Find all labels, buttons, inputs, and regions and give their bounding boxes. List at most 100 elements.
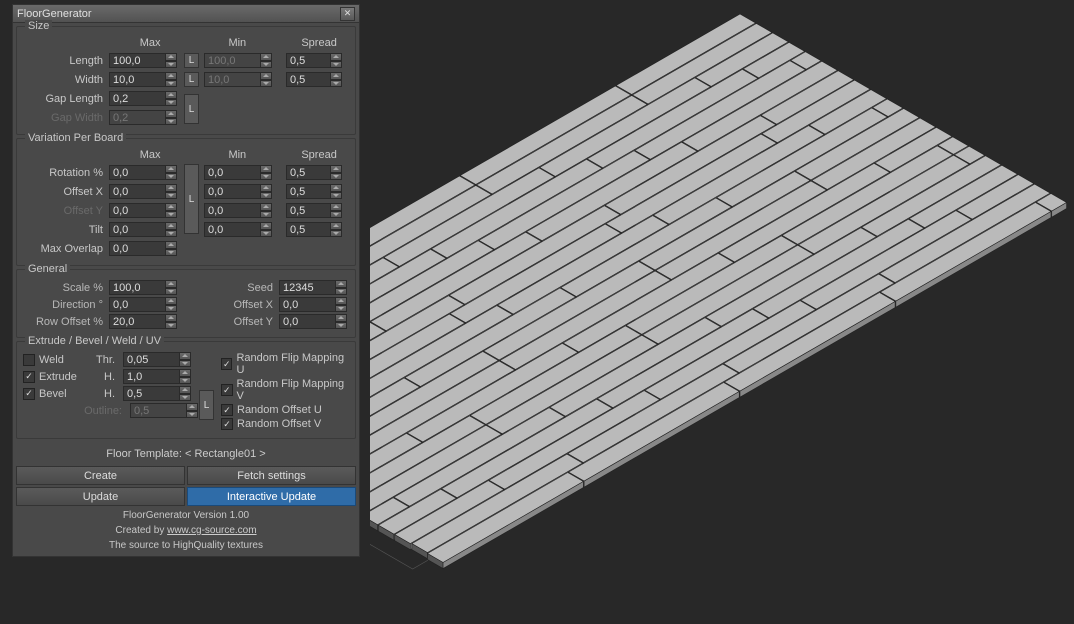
spin-up-icon[interactable] [165,297,177,305]
gen-offsetx-spinner[interactable] [279,297,349,312]
length-min-input[interactable] [204,53,260,68]
spin-up-icon[interactable] [165,314,177,322]
tilt-max-spinner[interactable] [109,222,179,237]
spin-down-icon[interactable] [330,173,342,181]
offsety-max-input[interactable] [109,203,165,218]
spin-down-icon[interactable] [165,249,177,257]
offsetx-max-input[interactable] [109,184,165,199]
weld-input[interactable] [123,352,179,367]
row-offset-spinner[interactable] [109,314,179,329]
length-max-input[interactable] [109,53,165,68]
width-min-spinner[interactable] [204,72,274,87]
spin-up-icon[interactable] [260,165,272,173]
extrude-h-input[interactable] [123,369,179,384]
gap-width-input[interactable] [109,110,165,125]
spin-up-icon[interactable] [165,165,177,173]
spin-down-icon[interactable] [330,211,342,219]
width-link-button[interactable]: L [184,72,199,87]
direction-input[interactable] [109,297,165,312]
spin-up-icon[interactable] [165,184,177,192]
spin-up-icon[interactable] [260,72,272,80]
roff-u-checkbox[interactable]: ✓ [221,404,233,416]
spin-down-icon[interactable] [165,192,177,200]
tilt-min-input[interactable] [204,222,260,237]
spin-down-icon[interactable] [330,61,342,69]
length-spread-spinner[interactable] [286,53,344,68]
offsety-min-spinner[interactable] [204,203,274,218]
spin-up-icon[interactable] [165,203,177,211]
tilt-spread-spinner[interactable] [286,222,344,237]
spin-up-icon[interactable] [165,72,177,80]
spin-up-icon[interactable] [165,241,177,249]
spin-down-icon[interactable] [165,173,177,181]
spin-up-icon[interactable] [179,369,191,377]
offsetx-min-spinner[interactable] [204,184,274,199]
outline-input[interactable] [130,403,186,418]
extrude-link-button[interactable]: L [199,390,214,420]
flip-u-checkbox[interactable]: ✓ [221,358,232,370]
gap-width-spinner[interactable] [109,110,179,125]
fetch-settings-button[interactable]: Fetch settings [187,466,356,485]
flip-v-checkbox[interactable]: ✓ [221,384,233,396]
outline-spinner[interactable] [130,403,198,418]
gap-length-spinner[interactable] [109,91,179,106]
scale-input[interactable] [109,280,165,295]
direction-spinner[interactable] [109,297,179,312]
row-offset-input[interactable] [109,314,165,329]
width-min-input[interactable] [204,72,260,87]
spin-up-icon[interactable] [330,203,342,211]
spin-down-icon[interactable] [260,192,272,200]
scale-spinner[interactable] [109,280,179,295]
create-button[interactable]: Create [16,466,185,485]
spin-down-icon[interactable] [165,322,177,330]
width-spread-spinner[interactable] [286,72,344,87]
spin-up-icon[interactable] [260,203,272,211]
offsety-min-input[interactable] [204,203,260,218]
bevel-checkbox[interactable]: ✓ [23,388,35,400]
spin-down-icon[interactable] [165,61,177,69]
rotation-max-spinner[interactable] [109,165,179,180]
bevel-h-spinner[interactable] [123,386,193,401]
tilt-max-input[interactable] [109,222,165,237]
spin-down-icon[interactable] [330,192,342,200]
close-button[interactable]: ✕ [340,7,355,21]
offsety-max-spinner[interactable] [109,203,179,218]
spin-down-icon[interactable] [165,230,177,238]
spin-up-icon[interactable] [165,91,177,99]
gen-offsety-input[interactable] [279,314,335,329]
spin-down-icon[interactable] [260,80,272,88]
update-button[interactable]: Update [16,487,185,506]
spin-down-icon[interactable] [165,288,177,296]
footer-link[interactable]: www.cg-source.com [167,525,256,536]
spin-down-icon[interactable] [260,61,272,69]
spin-down-icon[interactable] [260,211,272,219]
tilt-spread-input[interactable] [286,222,330,237]
spin-down-icon[interactable] [335,305,347,313]
spin-down-icon[interactable] [179,394,191,402]
roff-v-checkbox[interactable]: ✓ [221,418,233,430]
gap-length-input[interactable] [109,91,165,106]
spin-up-icon[interactable] [260,184,272,192]
offsety-spread-spinner[interactable] [286,203,344,218]
gen-offsetx-input[interactable] [279,297,335,312]
spin-down-icon[interactable] [260,173,272,181]
spin-down-icon[interactable] [165,80,177,88]
spin-down-icon[interactable] [165,305,177,313]
width-spread-input[interactable] [286,72,330,87]
spin-up-icon[interactable] [179,352,191,360]
spin-down-icon[interactable] [165,118,177,126]
spin-up-icon[interactable] [330,53,342,61]
gap-link-button[interactable]: L [184,94,199,124]
spin-up-icon[interactable] [260,53,272,61]
length-max-spinner[interactable] [109,53,179,68]
extrude-checkbox[interactable]: ✓ [23,371,35,383]
rotation-spread-spinner[interactable] [286,165,344,180]
extrude-h-spinner[interactable] [123,369,193,384]
spin-up-icon[interactable] [335,280,347,288]
spin-up-icon[interactable] [165,53,177,61]
rotation-max-input[interactable] [109,165,165,180]
spin-down-icon[interactable] [260,230,272,238]
offsetx-spread-spinner[interactable] [286,184,344,199]
width-max-input[interactable] [109,72,165,87]
spin-up-icon[interactable] [165,110,177,118]
